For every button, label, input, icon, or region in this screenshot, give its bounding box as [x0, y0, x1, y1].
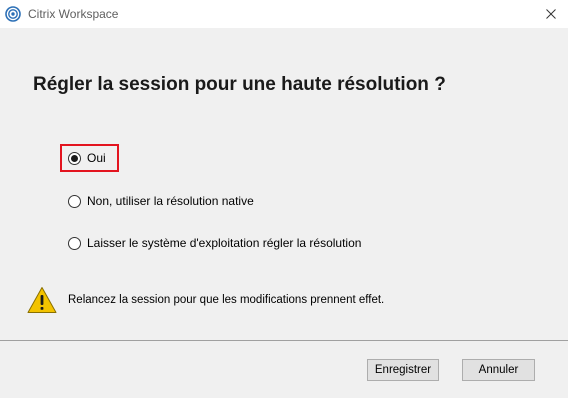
radio-native-resolution[interactable] — [68, 194, 81, 208]
option-yes-label: Oui — [87, 151, 106, 165]
cancel-button[interactable]: Annuler — [462, 359, 535, 381]
save-button[interactable]: Enregistrer — [367, 359, 439, 381]
title-bar: Citrix Workspace — [0, 0, 568, 28]
radio-os-resolution[interactable] — [68, 236, 81, 250]
warning-text: Relancez la session pour que les modific… — [68, 294, 385, 306]
option-native-resolution[interactable]: Non, utiliser la résolution native — [68, 191, 254, 211]
dialog-window: Citrix Workspace Régler la session pour … — [0, 0, 568, 398]
option-os-resolution-label: Laisser le système d'exploitation régler… — [87, 236, 362, 250]
option-native-resolution-label: Non, utiliser la résolution native — [87, 194, 254, 208]
warning-message: Relancez la session pour que les modific… — [27, 286, 384, 314]
radio-yes[interactable] — [68, 151, 81, 165]
option-os-resolution[interactable]: Laisser le système d'exploitation régler… — [68, 233, 361, 253]
window-title: Citrix Workspace — [28, 7, 119, 21]
citrix-logo-icon — [5, 6, 21, 22]
option-yes[interactable]: Oui — [68, 148, 106, 168]
close-button[interactable] — [534, 0, 568, 28]
close-icon — [546, 9, 556, 19]
dialog-heading: Régler la session pour une haute résolut… — [33, 74, 446, 95]
warning-icon — [27, 287, 57, 313]
